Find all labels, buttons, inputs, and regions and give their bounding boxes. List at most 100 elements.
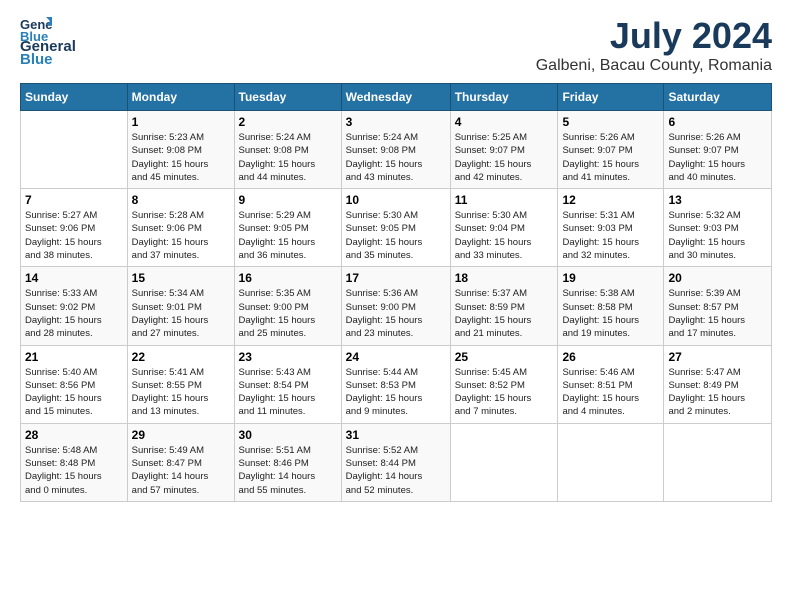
day-number: 24 [346,350,446,364]
calendar-cell: 17 Sunrise: 5:36 AMSunset: 9:00 PMDayligh… [341,267,450,345]
day-number: 2 [239,115,337,129]
calendar-cell [664,423,772,501]
calendar-cell: 29Sunrise: 5:49 AMSunset: 8:47 PMDayligh… [127,423,234,501]
calendar-cell: 12 Sunrise: 5:31 AMSunset: 9:03 PMDayligh… [558,189,664,267]
header-tuesday: Tuesday [234,84,341,111]
calendar-table: SundayMondayTuesdayWednesdayThursdayFrid… [20,83,772,502]
calendar-cell: 30 Sunrise: 5:51 AMSunset: 8:46 PMDayligh… [234,423,341,501]
day-info: Sunrise: 5:40 AMSunset: 8:56 PMDaylight:… [25,366,123,419]
day-info: Sunrise: 5:24 AMSunset: 9:08 PMDaylight:… [346,131,446,184]
day-info: Sunrise: 5:39 AMSunset: 8:57 PMDaylight:… [668,287,767,340]
header-thursday: Thursday [450,84,558,111]
day-info: Sunrise: 5:38 AMSunset: 8:58 PMDaylight:… [562,287,659,340]
day-info: Sunrise: 5:29 AMSunset: 9:05 PMDaylight:… [239,209,337,262]
day-number: 8 [132,193,230,207]
page-subtitle: Galbeni, Bacau County, Romania [536,57,772,75]
day-info: Sunrise: 5:24 AMSunset: 9:08 PMDaylight:… [239,131,337,184]
calendar-cell: 20 Sunrise: 5:39 AMSunset: 8:57 PMDayligh… [664,267,772,345]
day-number: 28 [25,428,123,442]
day-number: 17 [346,271,446,285]
day-info: Sunrise: 5:30 AMSunset: 9:04 PMDaylight:… [455,209,554,262]
header-saturday: Saturday [664,84,772,111]
day-number: 11 [455,193,554,207]
calendar-cell: 25 Sunrise: 5:45 AMSunset: 8:52 PMDayligh… [450,345,558,423]
calendar-cell: 13Sunrise: 5:32 AMSunset: 9:03 PMDayligh… [664,189,772,267]
day-number: 6 [668,115,767,129]
day-number: 21 [25,350,123,364]
day-info: Sunrise: 5:44 AMSunset: 8:53 PMDaylight:… [346,366,446,419]
page-title: July 2024 [536,15,772,57]
week-row-4: 21 Sunrise: 5:40 AMSunset: 8:56 PMDayligh… [21,345,772,423]
week-row-2: 7 Sunrise: 5:27 AMSunset: 9:06 PMDaylight… [21,189,772,267]
calendar-cell: 8 Sunrise: 5:28 AMSunset: 9:06 PMDaylight… [127,189,234,267]
calendar-cell: 27 Sunrise: 5:47 AMSunset: 8:49 PMDayligh… [664,345,772,423]
day-info: Sunrise: 5:33 AMSunset: 9:02 PMDaylight:… [25,287,123,340]
title-section: July 2024 Galbeni, Bacau County, Romania [536,15,772,75]
day-number: 16 [239,271,337,285]
day-number: 26 [562,350,659,364]
week-row-3: 14 Sunrise: 5:33 AMSunset: 9:02 PMDayligh… [21,267,772,345]
calendar-cell: 15Sunrise: 5:34 AMSunset: 9:01 PMDayligh… [127,267,234,345]
day-number: 12 [562,193,659,207]
main-container: General Blue General Blue July 2024 Galb… [0,0,792,512]
header-sunday: Sunday [21,84,128,111]
day-number: 27 [668,350,767,364]
header-friday: Friday [558,84,664,111]
day-number: 10 [346,193,446,207]
logo-blue: Blue [20,51,76,68]
calendar-cell: 9 Sunrise: 5:29 AMSunset: 9:05 PMDaylight… [234,189,341,267]
calendar-cell: 6 Sunrise: 5:26 AMSunset: 9:07 PMDaylight… [664,111,772,189]
calendar-cell: 4Sunrise: 5:25 AMSunset: 9:07 PMDaylight… [450,111,558,189]
day-info: Sunrise: 5:31 AMSunset: 9:03 PMDaylight:… [562,209,659,262]
day-info: Sunrise: 5:43 AMSunset: 8:54 PMDaylight:… [239,366,337,419]
day-number: 25 [455,350,554,364]
day-number: 1 [132,115,230,129]
day-info: Sunrise: 5:36 AMSunset: 9:00 PMDaylight:… [346,287,446,340]
header: General Blue General Blue July 2024 Galb… [20,15,772,75]
calendar-cell: 7 Sunrise: 5:27 AMSunset: 9:06 PMDaylight… [21,189,128,267]
day-number: 30 [239,428,337,442]
day-number: 7 [25,193,123,207]
day-info: Sunrise: 5:28 AMSunset: 9:06 PMDaylight:… [132,209,230,262]
day-number: 22 [132,350,230,364]
week-row-1: 1 Sunrise: 5:23 AMSunset: 9:08 PMDaylight… [21,111,772,189]
calendar-cell: 11 Sunrise: 5:30 AMSunset: 9:04 PMDayligh… [450,189,558,267]
calendar-cell: 3 Sunrise: 5:24 AMSunset: 9:08 PMDaylight… [341,111,450,189]
day-info: Sunrise: 5:48 AMSunset: 8:48 PMDaylight:… [25,444,123,497]
day-number: 31 [346,428,446,442]
calendar-cell [558,423,664,501]
calendar-cell [450,423,558,501]
day-number: 13 [668,193,767,207]
day-info: Sunrise: 5:27 AMSunset: 9:06 PMDaylight:… [25,209,123,262]
calendar-cell: 16Sunrise: 5:35 AMSunset: 9:00 PMDayligh… [234,267,341,345]
day-info: Sunrise: 5:47 AMSunset: 8:49 PMDaylight:… [668,366,767,419]
header-monday: Monday [127,84,234,111]
day-info: Sunrise: 5:34 AMSunset: 9:01 PMDaylight:… [132,287,230,340]
calendar-cell: 10Sunrise: 5:30 AMSunset: 9:05 PMDayligh… [341,189,450,267]
day-info: Sunrise: 5:26 AMSunset: 9:07 PMDaylight:… [668,131,767,184]
day-number: 5 [562,115,659,129]
calendar-cell: 5 Sunrise: 5:26 AMSunset: 9:07 PMDaylight… [558,111,664,189]
logo: General Blue General Blue [20,15,76,68]
calendar-cell: 24 Sunrise: 5:44 AMSunset: 8:53 PMDayligh… [341,345,450,423]
calendar-cell: 28 Sunrise: 5:48 AMSunset: 8:48 PMDayligh… [21,423,128,501]
day-number: 29 [132,428,230,442]
day-number: 3 [346,115,446,129]
day-info: Sunrise: 5:51 AMSunset: 8:46 PMDaylight:… [239,444,337,497]
calendar-cell: 22 Sunrise: 5:41 AMSunset: 8:55 PMDayligh… [127,345,234,423]
day-number: 19 [562,271,659,285]
calendar-cell: 21 Sunrise: 5:40 AMSunset: 8:56 PMDayligh… [21,345,128,423]
day-info: Sunrise: 5:45 AMSunset: 8:52 PMDaylight:… [455,366,554,419]
day-number: 14 [25,271,123,285]
day-info: Sunrise: 5:41 AMSunset: 8:55 PMDaylight:… [132,366,230,419]
day-number: 9 [239,193,337,207]
day-info: Sunrise: 5:52 AMSunset: 8:44 PMDaylight:… [346,444,446,497]
calendar-header-row: SundayMondayTuesdayWednesdayThursdayFrid… [21,84,772,111]
day-info: Sunrise: 5:23 AMSunset: 9:08 PMDaylight:… [132,131,230,184]
calendar-cell: 19 Sunrise: 5:38 AMSunset: 8:58 PMDayligh… [558,267,664,345]
day-number: 20 [668,271,767,285]
calendar-cell: 26Sunrise: 5:46 AMSunset: 8:51 PMDayligh… [558,345,664,423]
day-info: Sunrise: 5:26 AMSunset: 9:07 PMDaylight:… [562,131,659,184]
calendar-cell [21,111,128,189]
day-number: 18 [455,271,554,285]
